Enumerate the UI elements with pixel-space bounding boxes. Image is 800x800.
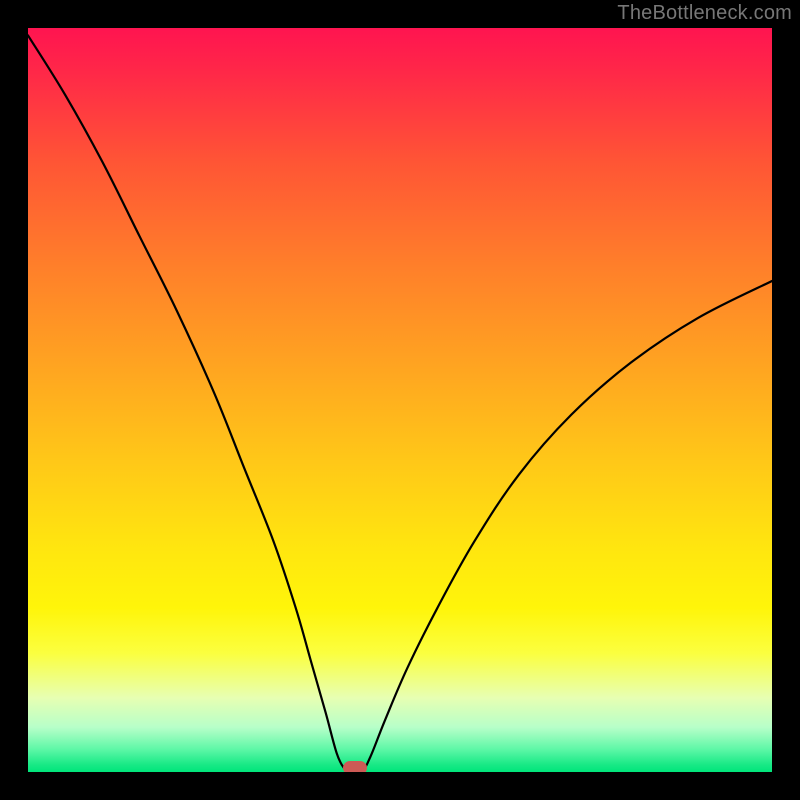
plot-area xyxy=(28,28,772,772)
bottleneck-curve xyxy=(28,28,772,772)
optimal-marker xyxy=(343,761,367,772)
chart-frame: TheBottleneck.com xyxy=(0,0,800,800)
watermark-text: TheBottleneck.com xyxy=(617,2,792,25)
